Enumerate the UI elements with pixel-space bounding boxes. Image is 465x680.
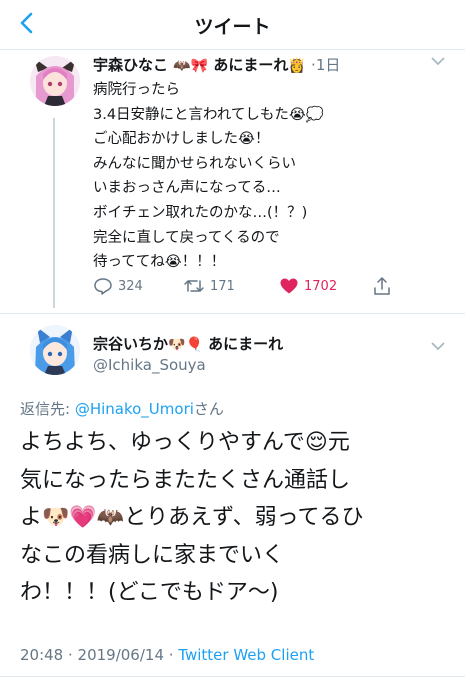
page-title: ツイート — [194, 16, 271, 38]
display-name: 宗谷いちか — [93, 335, 169, 353]
tweet-line: 待っててね😭！！！ — [93, 254, 226, 271]
tweet-line: いまおっさん声になってる… — [93, 180, 281, 197]
divider — [0, 313, 465, 314]
reply-count: 324 — [118, 278, 143, 294]
replying-to-suffix: さん — [193, 400, 224, 418]
retweet-button[interactable]: 171 — [183, 276, 235, 296]
name-suffix: あにまーれ — [208, 335, 284, 353]
retweet-count: 171 — [210, 278, 235, 294]
divider — [0, 676, 465, 677]
tweet-line: みんなに聞かせられないくらい — [93, 155, 296, 172]
tweet-line: 3.4日安静にと言われてしもた😭💭 — [93, 106, 324, 123]
heart-icon — [280, 278, 298, 294]
tweet-line: 気になったらまたたくさん通話し — [20, 467, 351, 493]
tweet-time[interactable]: 1日 — [316, 56, 341, 74]
original-tweet-text: 病院行ったら 3.4日安静にと言われてしもた😭💭 ご心配おかけしました😭！ みん… — [93, 78, 423, 275]
avatar[interactable] — [30, 325, 80, 375]
mention-link[interactable]: @Hinako_Umori — [75, 400, 194, 418]
tweet-line: よ🐶💗🦇とりあえず、弱ってるひ — [20, 505, 364, 530]
ribbon-emoji-icon: 🎀 — [190, 58, 209, 74]
retweet-icon — [184, 280, 204, 292]
reply-button[interactable]: 324 — [93, 276, 143, 296]
dog-emoji-icon: 🐶 — [168, 337, 186, 353]
original-tweet-author[interactable]: 宇森ひなこ 🦇🎀 あにまーれ👸 ·1日 — [93, 54, 340, 75]
client-link[interactable]: Twitter Web Client — [178, 646, 314, 664]
tweet-line: ボイチェン取れたのかな…(！？) — [93, 204, 308, 221]
tweet-line: ご心配おかけしました😭！ — [93, 131, 270, 148]
tweet-line: わ！！！(どこでもドア〜) — [20, 580, 279, 605]
tweet-meta: 20:48 · 2019/06/14 · Twitter Web Client — [20, 646, 314, 664]
name-suffix: あにまーれ — [213, 56, 289, 74]
bat-emoji-icon: 🦇 — [173, 58, 191, 74]
tweet-actions: 324 171 1702 — [93, 276, 413, 298]
user-handle[interactable]: @Ichika_Souya — [93, 356, 206, 374]
balloon-emoji-icon: 🎈 — [185, 337, 203, 353]
tweet-line: よちよち、ゆっくりやすんで😌元 — [20, 430, 350, 455]
chevron-down-icon[interactable] — [431, 56, 445, 71]
main-tweet-author[interactable]: 宗谷いちか🐶🎈 あにまーれ — [93, 333, 283, 354]
replying-to-label: 返信先: — [20, 400, 75, 418]
tweet-line: 完全に直して戻ってくるので — [93, 229, 280, 246]
share-button[interactable] — [372, 276, 392, 296]
thread-connector-line — [53, 118, 55, 308]
main-tweet-text: よちよち、ゆっくりやすんで😌元 気になったらまたたくさん通話し よ🐶💗🦇とりあえ… — [20, 424, 450, 612]
avatar[interactable] — [30, 56, 80, 106]
replying-to: 返信先: @Hinako_Umoriさん — [20, 398, 224, 419]
chevron-down-icon[interactable] — [431, 341, 445, 356]
reply-icon — [94, 278, 112, 295]
like-button[interactable]: 1702 — [279, 276, 337, 296]
tweet-line: 病院行ったら — [93, 82, 180, 98]
top-bar: ツイート — [0, 0, 465, 50]
like-count: 1702 — [304, 278, 338, 294]
princess-emoji-icon: 👸 — [288, 58, 306, 74]
tweet-timestamp: 20:48 · 2019/06/14 · — [20, 646, 179, 664]
display-name: 宇森ひなこ — [93, 56, 169, 74]
share-icon — [374, 277, 390, 295]
tweet-line: なこの看病しに家までいく — [20, 542, 285, 568]
